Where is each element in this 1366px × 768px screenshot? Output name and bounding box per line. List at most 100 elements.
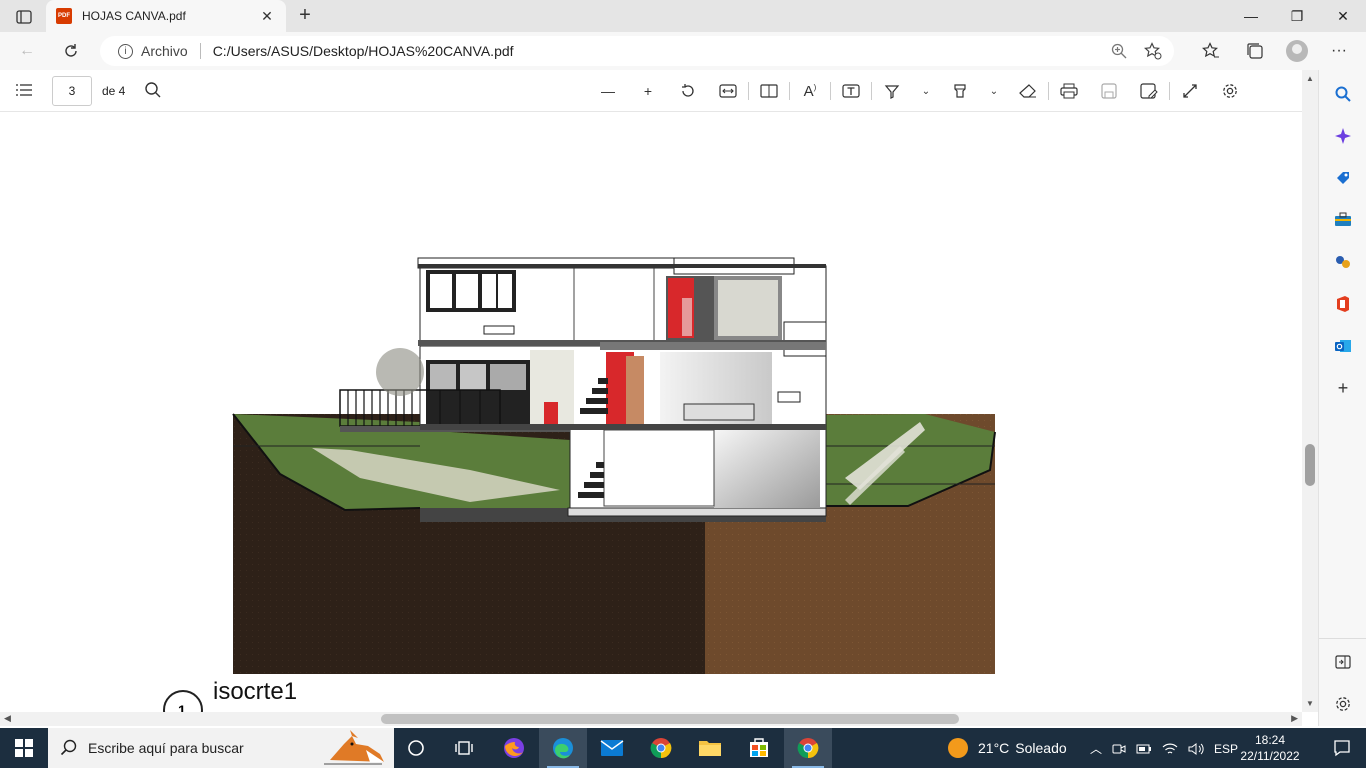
chrome-profile-taskbar-button[interactable] (784, 728, 832, 768)
mail-taskbar-button[interactable] (588, 728, 636, 768)
new-tab-button[interactable]: + (293, 4, 317, 28)
battery-icon[interactable] (1136, 743, 1152, 755)
edge-taskbar-button[interactable] (539, 728, 587, 768)
weather-temp: 21°C (978, 740, 1010, 756)
horizontal-scrollbar[interactable]: ◀ ▶ (0, 712, 1302, 726)
pdf-settings-button[interactable] (1218, 79, 1242, 103)
task-view-button[interactable] (440, 728, 488, 768)
page-view-button[interactable] (757, 79, 781, 103)
save-as-button[interactable] (1137, 79, 1161, 103)
favorites-button[interactable] (1198, 38, 1224, 64)
read-aloud-button[interactable]: A) (798, 79, 822, 103)
info-icon[interactable]: i (118, 43, 133, 59)
sidebar-discover-button[interactable] (1333, 126, 1353, 146)
firefox-icon (504, 738, 524, 758)
file-explorer-taskbar-button[interactable] (686, 728, 734, 768)
highlight-button[interactable] (948, 79, 972, 103)
page-view-icon (760, 84, 778, 98)
chrome-taskbar-button[interactable] (637, 728, 685, 768)
table-of-contents-icon[interactable] (14, 81, 34, 99)
scroll-up-arrow-icon[interactable]: ▲ (1306, 74, 1314, 83)
tab-close-icon[interactable]: ✕ (258, 8, 276, 25)
scroll-left-arrow-icon[interactable]: ◀ (4, 713, 11, 724)
minimize-button[interactable]: — (1228, 0, 1274, 32)
more-menu-button[interactable]: ··· (1326, 38, 1352, 64)
chrome-icon (650, 738, 672, 759)
sidebar-search-button[interactable] (1333, 84, 1353, 104)
back-button[interactable]: ← (14, 39, 40, 63)
highlight-options-chevron-icon[interactable]: ⌄ (982, 79, 1006, 103)
pdf-file-icon: PDF (56, 8, 72, 24)
games-icon (1336, 256, 1350, 268)
sidebar-hide-button[interactable] (1333, 652, 1353, 672)
save-icon (1101, 83, 1117, 99)
toolbar-divider (1169, 82, 1170, 100)
collections-button[interactable] (1242, 38, 1268, 64)
sidebar-divider (1319, 638, 1366, 639)
print-button[interactable] (1057, 79, 1081, 103)
refresh-button[interactable] (58, 39, 84, 63)
toolbar-divider (830, 82, 831, 100)
firefox-taskbar-button[interactable] (490, 728, 538, 768)
sidebar-outlook-button[interactable] (1333, 336, 1353, 356)
fullscreen-button[interactable] (1178, 79, 1202, 103)
tab-actions-button[interactable] (8, 6, 40, 28)
address-icons (1110, 42, 1162, 60)
sidebar-settings-button[interactable] (1333, 694, 1353, 714)
fit-width-button[interactable] (716, 79, 740, 103)
add-favorite-icon[interactable] (1144, 42, 1162, 60)
sun-icon (948, 738, 968, 758)
sidebar-shopping-button[interactable] (1333, 168, 1353, 188)
taskbar: Escribe aquí para buscar 21°C Soleado ︿ (0, 728, 1366, 768)
language-indicator[interactable]: ESP (1214, 742, 1238, 756)
gear-icon (1336, 697, 1350, 711)
meet-now-icon[interactable] (1112, 742, 1126, 756)
notification-icon (1334, 740, 1350, 757)
weather-widget[interactable]: 21°C Soleado (948, 728, 1067, 768)
draw-options-chevron-icon[interactable]: ⌄ (914, 79, 938, 103)
vertical-scrollbar[interactable]: ▲ ▼ (1302, 70, 1318, 712)
restore-button[interactable]: ❐ (1274, 0, 1320, 32)
outlook-icon (1335, 340, 1351, 352)
zoom-icon[interactable] (1110, 42, 1128, 60)
notifications-button[interactable] (1318, 728, 1366, 768)
tab-actions-icon (16, 10, 32, 24)
wifi-icon[interactable] (1162, 742, 1178, 756)
sidebar-office-button[interactable] (1333, 294, 1353, 314)
sidebar-add-button[interactable]: + (1333, 378, 1353, 398)
mail-icon (600, 740, 624, 756)
zoom-in-button[interactable]: + (636, 79, 660, 103)
scroll-right-arrow-icon[interactable]: ▶ (1291, 713, 1298, 724)
url-text[interactable]: C:/Users/ASUS/Desktop/HOJAS%20CANVA.pdf (213, 43, 514, 59)
add-text-icon (842, 84, 860, 98)
volume-icon[interactable] (1188, 742, 1204, 756)
zoom-out-button[interactable]: — (596, 79, 620, 103)
profile-avatar[interactable] (1286, 40, 1308, 62)
cortana-button[interactable] (392, 728, 440, 768)
save-button[interactable] (1097, 79, 1121, 103)
search-icon[interactable] (144, 81, 162, 99)
show-hidden-icons-chevron-icon[interactable]: ︿ (1090, 740, 1102, 757)
collapse-sidebar-icon (1335, 655, 1351, 669)
start-button[interactable] (0, 728, 48, 768)
add-text-button[interactable] (839, 79, 863, 103)
search-icon (1335, 86, 1351, 102)
close-window-button[interactable]: ✕ (1320, 0, 1366, 32)
scroll-down-arrow-icon[interactable]: ▼ (1306, 699, 1314, 708)
taskbar-search-placeholder: Escribe aquí para buscar (88, 740, 244, 756)
vertical-scroll-thumb[interactable] (1305, 444, 1315, 486)
toolbox-icon (1335, 212, 1351, 226)
draw-button[interactable] (880, 79, 904, 103)
clock-time: 18:24 (1254, 733, 1286, 747)
store-taskbar-button[interactable] (735, 728, 783, 768)
tab-hojas-canva[interactable]: PDF HOJAS CANVA.pdf ✕ (46, 0, 286, 32)
sidebar-tools-button[interactable] (1333, 210, 1353, 230)
horizontal-scroll-thumb[interactable] (381, 714, 959, 724)
rotate-button[interactable] (676, 79, 700, 103)
page-number-input[interactable]: 3 (52, 76, 92, 106)
clock[interactable]: 18:24 22/11/2022 (1238, 732, 1302, 764)
sidebar-games-button[interactable] (1333, 252, 1353, 272)
erase-button[interactable] (1016, 79, 1040, 103)
address-field[interactable]: i Archivo C:/Users/ASUS/Desktop/HOJAS%20… (100, 36, 1174, 66)
chrome-icon (797, 738, 819, 759)
